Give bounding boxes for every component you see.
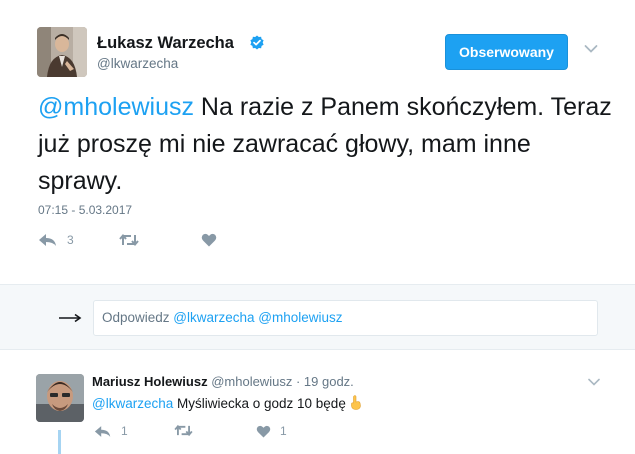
tweet-timestamp[interactable]: 07:15 - 5.03.2017 <box>38 203 132 217</box>
reply-header: Mariusz Holewiusz @mholewiusz · 19 godz. <box>92 374 354 389</box>
main-tweet: Łukasz Warzecha @lkwarzecha Obserwowany … <box>0 0 635 284</box>
reply-icon <box>39 234 56 246</box>
heart-icon <box>256 425 271 438</box>
reply-input[interactable]: Odpowiedz @lkwarzecha @mholewiusz <box>93 300 598 336</box>
reply-retweet-button[interactable] <box>174 424 193 437</box>
chevron-down-icon[interactable] <box>584 44 598 54</box>
thread-line <box>58 430 61 454</box>
reply-tweet: Mariusz Holewiusz @mholewiusz · 19 godz.… <box>0 351 635 454</box>
retweet-icon <box>119 233 139 247</box>
author-handle[interactable]: @lkwarzecha <box>97 56 178 71</box>
reply-text: @lkwarzecha Myśliwiecka o godz 10 będę <box>92 395 363 413</box>
tweet-mention-link[interactable]: @mholewiusz <box>38 93 194 121</box>
pointing-hand-emoji-icon <box>349 395 363 413</box>
author-avatar[interactable] <box>37 27 87 77</box>
reply-body: Myśliwiecka o godz 10 będę <box>173 396 346 411</box>
reply-author-handle[interactable]: @mholewiusz <box>211 374 292 389</box>
reply-author-avatar[interactable] <box>36 374 84 422</box>
reply-icon <box>94 425 111 437</box>
tweet-text: @mholewiusz Na razie z Panem skończyłem.… <box>38 89 618 200</box>
reply-count: 3 <box>67 233 74 247</box>
heart-icon <box>201 233 217 247</box>
retweet-icon <box>174 424 193 437</box>
right-arrow-icon <box>59 313 82 323</box>
reply-like-button[interactable]: 1 <box>256 424 287 438</box>
author-name[interactable]: Łukasz Warzecha <box>97 34 234 53</box>
reply-like-count: 1 <box>280 424 287 438</box>
reply-input-mentions: @lkwarzecha @mholewiusz <box>173 310 343 325</box>
reply-mention-link[interactable]: @lkwarzecha <box>92 396 173 411</box>
reply-separator: · <box>295 374 301 389</box>
reply-button[interactable]: 3 <box>38 233 74 247</box>
reply-input-prefix: Odpowiedz <box>102 310 174 325</box>
reply-reply-count: 1 <box>121 424 128 438</box>
chevron-down-icon[interactable] <box>588 378 600 386</box>
verified-badge-icon <box>250 35 264 50</box>
reply-time[interactable]: 19 godz. <box>304 374 354 389</box>
reply-reply-button[interactable]: 1 <box>94 424 128 438</box>
reply-author-name[interactable]: Mariusz Holewiusz <box>92 374 208 389</box>
reply-composer: Odpowiedz @lkwarzecha @mholewiusz <box>0 284 635 350</box>
retweet-button[interactable] <box>119 233 148 247</box>
like-button[interactable] <box>201 233 226 247</box>
following-button[interactable]: Obserwowany <box>445 34 568 70</box>
